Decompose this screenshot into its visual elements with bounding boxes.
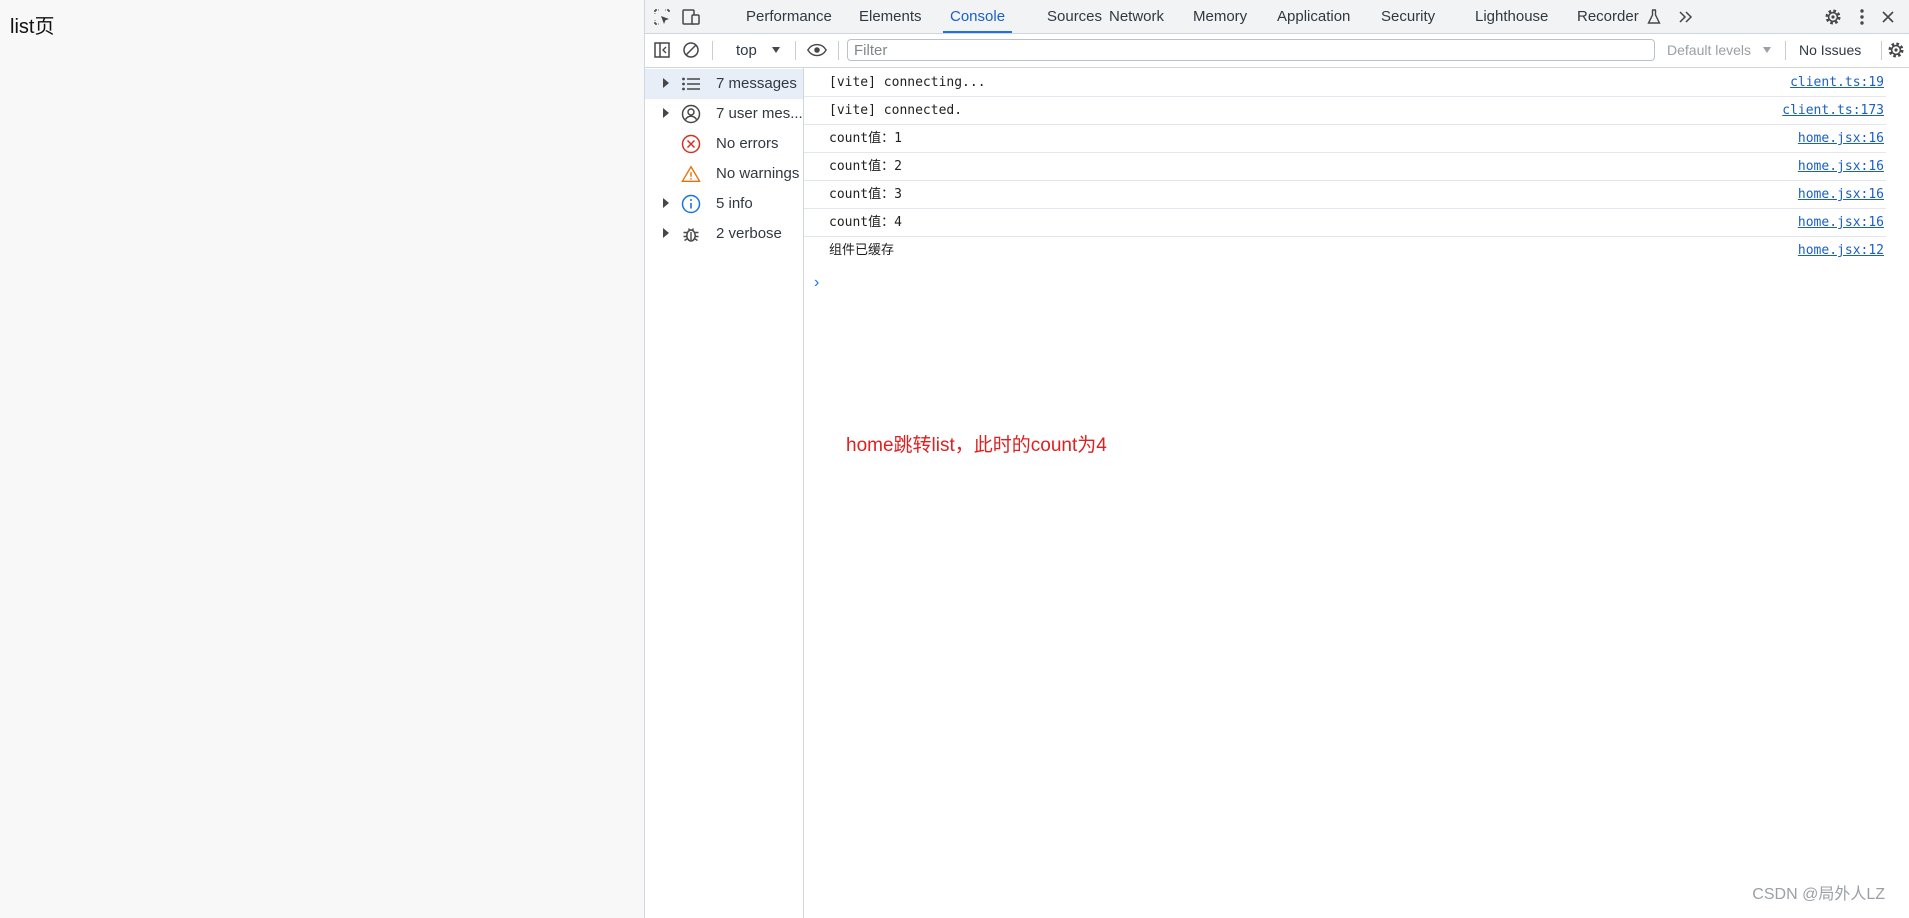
message-text: count值：4 [829,215,902,230]
clear-console-icon[interactable] [680,39,702,61]
console-message: count值：4 home.jsx:16 [804,209,1886,237]
sidebar-item-warnings[interactable]: No warnings [645,159,803,189]
message-source-link[interactable]: client.ts:173 [1782,97,1884,124]
error-icon [681,134,701,154]
sidebar-toggle-icon[interactable] [651,39,673,61]
expand-arrow-icon[interactable] [663,108,669,118]
sidebar-item-verbose[interactable]: 2 verbose [645,219,803,249]
console-settings-icon[interactable] [1885,39,1907,61]
warning-icon [681,164,701,184]
settings-icon[interactable] [1822,6,1844,28]
tab-elements[interactable]: Elements [859,0,922,33]
more-tabs-icon[interactable] [1675,6,1697,28]
expand-arrow-icon[interactable] [663,78,669,88]
console-message: [vite] connected. client.ts:173 [804,97,1886,125]
sidebar-item-user-messages[interactable]: 7 user mes... [645,99,803,129]
console-message: 组件已缓存 home.jsx:12 [804,237,1886,264]
sidebar-item-label: 5 info [716,195,753,212]
message-source-link[interactable]: home.jsx:12 [1798,237,1884,264]
bug-icon [681,224,701,244]
sidebar-item-errors[interactable]: No errors [645,129,803,159]
sidebar-item-info[interactable]: 5 info [645,189,803,219]
tab-console[interactable]: Console [943,0,1013,33]
more-options-icon[interactable] [1851,6,1873,28]
expand-arrow-icon[interactable] [663,228,669,238]
console-prompt[interactable]: › [814,274,819,292]
message-text: 组件已缓存 [829,243,895,258]
live-expression-eye-icon[interactable] [806,39,828,61]
page-area: list页 [0,0,644,918]
tab-application[interactable]: Application [1277,0,1350,33]
tab-lighthouse[interactable]: Lighthouse [1475,0,1548,33]
user-icon [681,104,701,124]
toolbar-divider [1785,41,1786,60]
toolbar-divider [795,41,796,60]
devtools-toolbar: Performance Elements Console Sources Net… [645,0,1909,34]
sidebar-item-label: 2 verbose [716,225,782,242]
sidebar-item-label: 7 messages [716,75,797,92]
tab-performance[interactable]: Performance [746,0,832,33]
console-message: [vite] connecting... client.ts:19 [804,69,1886,97]
message-source-link[interactable]: home.jsx:16 [1798,181,1884,208]
flask-icon [1643,6,1665,28]
tab-memory[interactable]: Memory [1193,0,1247,33]
tab-network[interactable]: Network [1109,0,1164,33]
toolbar-divider [712,41,713,60]
message-source-link[interactable]: home.jsx:16 [1798,125,1884,152]
devtools-panel: Performance Elements Console Sources Net… [644,0,1909,918]
filter-input[interactable] [847,39,1655,61]
toolbar-divider [838,41,839,60]
toolbar-divider [1881,41,1882,60]
annotation-text: home跳转list，此时的count为4 [846,435,1107,456]
tab-sources[interactable]: Sources [1047,0,1102,33]
tab-security[interactable]: Security [1381,0,1435,33]
list-icon [681,74,701,94]
console-message: count值：3 home.jsx:16 [804,181,1886,209]
page-title: list页 [10,16,55,38]
context-selector[interactable]: top [736,34,757,67]
expand-arrow-icon[interactable] [663,198,669,208]
sidebar-item-messages[interactable]: 7 messages [645,69,803,99]
info-icon [681,194,701,214]
console-message: count值：2 home.jsx:16 [804,153,1886,181]
console-output: [vite] connecting... client.ts:19 [vite]… [804,68,1909,918]
message-text: count值：2 [829,159,902,174]
tab-recorder[interactable]: Recorder [1577,0,1639,33]
issues-counter[interactable]: No Issues [1799,34,1861,67]
default-levels-dropdown[interactable]: Default levels [1667,34,1751,67]
sidebar-item-label: 7 user mes... [716,105,803,122]
message-text: count值：1 [829,131,902,146]
console-filter-bar: top Default levels No Issues [645,34,1909,68]
console-message: count值：1 home.jsx:16 [804,125,1886,153]
message-source-link[interactable]: home.jsx:16 [1798,153,1884,180]
console-sidebar: 7 messages 7 user mes... No errors No wa… [645,68,804,918]
message-text: [vite] connecting... [829,75,986,90]
sidebar-item-label: No errors [716,135,779,152]
close-icon[interactable] [1877,6,1899,28]
dropdown-triangle-icon[interactable] [765,39,787,61]
levels-dropdown-icon[interactable] [1756,39,1778,61]
message-source-link[interactable]: home.jsx:16 [1798,209,1884,236]
device-toolbar-icon[interactable] [680,6,702,28]
inspect-element-icon[interactable] [651,6,673,28]
message-text: [vite] connected. [829,103,963,118]
message-source-link[interactable]: client.ts:19 [1790,69,1884,96]
watermark: CSDN @局外人LZ [1752,886,1885,903]
sidebar-item-label: No warnings [716,165,800,182]
message-text: count值：3 [829,187,902,202]
